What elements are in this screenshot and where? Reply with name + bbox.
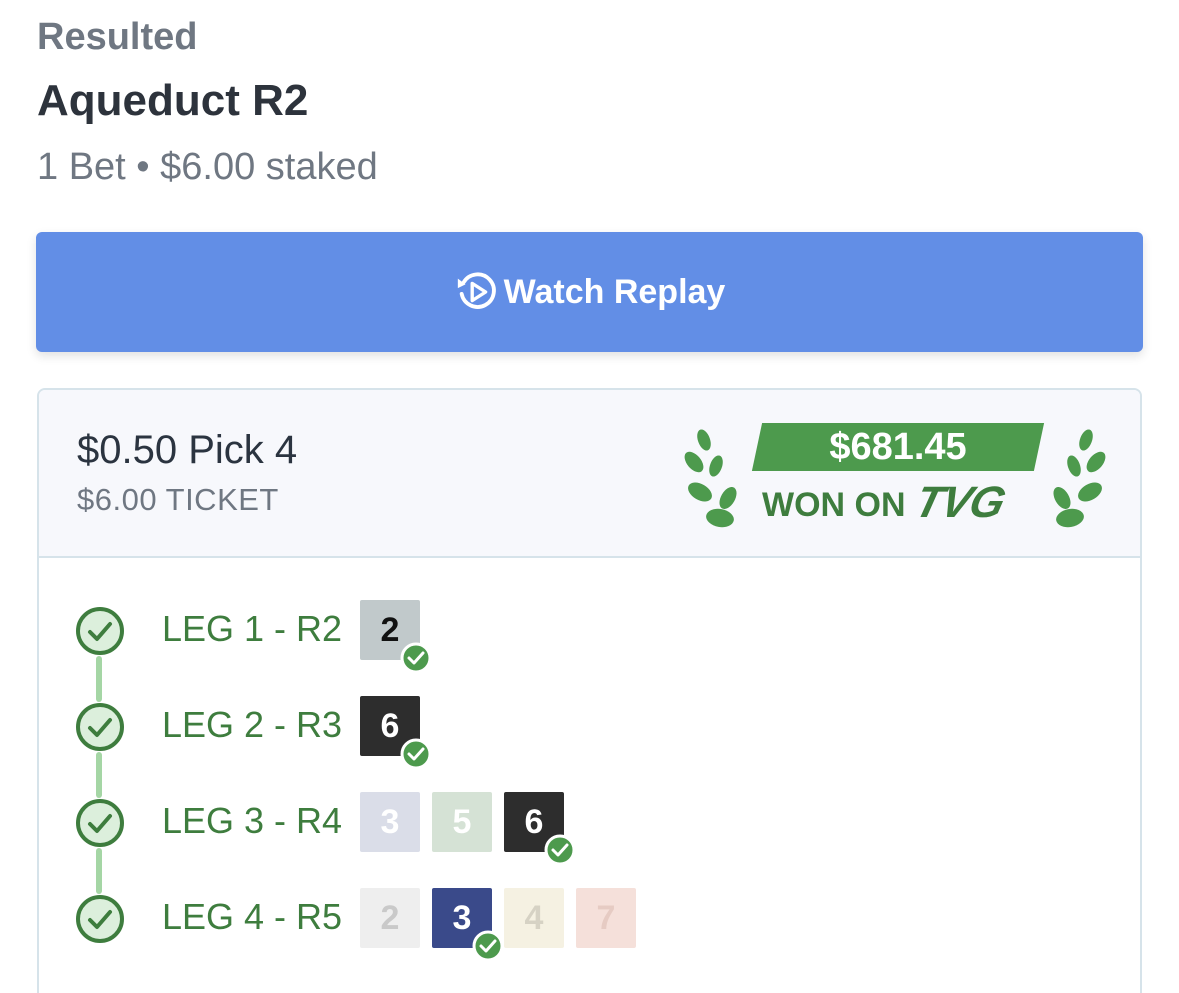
leg-row: LEG 1 - R2 2 [39, 600, 1140, 674]
won-on-label: WON ON [762, 486, 906, 524]
leg-row: LEG 2 - R3 6 [39, 696, 1140, 770]
leg-label: LEG 4 - R5 [162, 896, 343, 937]
tvg-logo: TVG [910, 478, 1010, 527]
laurel-left-icon [684, 429, 737, 528]
win-amount: $681.45 [829, 425, 967, 468]
runner-number: 6 [524, 802, 544, 841]
bet-ticket-cost: $6.00 TICKET [77, 482, 279, 517]
winner-check-icon [472, 930, 504, 962]
watch-replay-label: Watch Replay [503, 272, 726, 311]
leg-check-icon [76, 895, 124, 943]
winner-check-icon [400, 642, 432, 674]
runner-number: 7 [596, 898, 616, 937]
bet-type: $0.50 Pick 4 [77, 428, 298, 472]
win-badge: $681.45 WON ON TVG [684, 420, 1109, 532]
bet-card: $0.50 Pick 4 $6.00 TICKET $681.45 WON ON… [37, 388, 1142, 993]
runner-number: 2 [380, 898, 400, 937]
laurel-right-icon [1053, 429, 1106, 528]
runner-number: 4 [524, 898, 544, 937]
runner-selection: 6 [360, 696, 432, 770]
watch-replay-button[interactable]: Watch Replay [36, 232, 1143, 352]
runner-selection: 4 [504, 888, 564, 948]
runner-selection: 6 [504, 792, 576, 866]
bet-card-header: $0.50 Pick 4 $6.00 TICKET $681.45 WON ON… [39, 390, 1140, 558]
replay-play-icon [457, 272, 496, 309]
runner-number: 5 [452, 802, 472, 841]
winner-check-icon [400, 738, 432, 770]
leg-check-icon [76, 799, 124, 847]
leg-label: LEG 2 - R3 [162, 704, 343, 745]
runner-number: 3 [452, 898, 472, 937]
leg-check-icon [76, 607, 124, 655]
bet-summary: 1 Bet • $6.00 staked [37, 146, 378, 188]
runner-selection: 2 [360, 600, 432, 674]
runner-selection: 3 [432, 888, 504, 962]
runner-selection: 5 [432, 792, 492, 852]
runner-selection: 7 [576, 888, 636, 948]
race-title: Aqueduct R2 [37, 76, 309, 125]
bet-status: Resulted [37, 16, 198, 58]
runner-number: 3 [380, 802, 400, 841]
leg-label: LEG 3 - R4 [162, 800, 343, 841]
winner-check-icon [544, 834, 576, 866]
leg-row: LEG 3 - R4 3 5 6 [39, 792, 1140, 866]
runner-selection: 2 [360, 888, 420, 948]
leg-row: LEG 4 - R5 2 3 4 7 [39, 888, 1140, 962]
leg-check-icon [76, 703, 124, 751]
runner-selection: 3 [360, 792, 420, 852]
leg-label: LEG 1 - R2 [162, 608, 343, 649]
runner-number: 6 [380, 706, 400, 745]
runner-number: 2 [380, 610, 400, 649]
